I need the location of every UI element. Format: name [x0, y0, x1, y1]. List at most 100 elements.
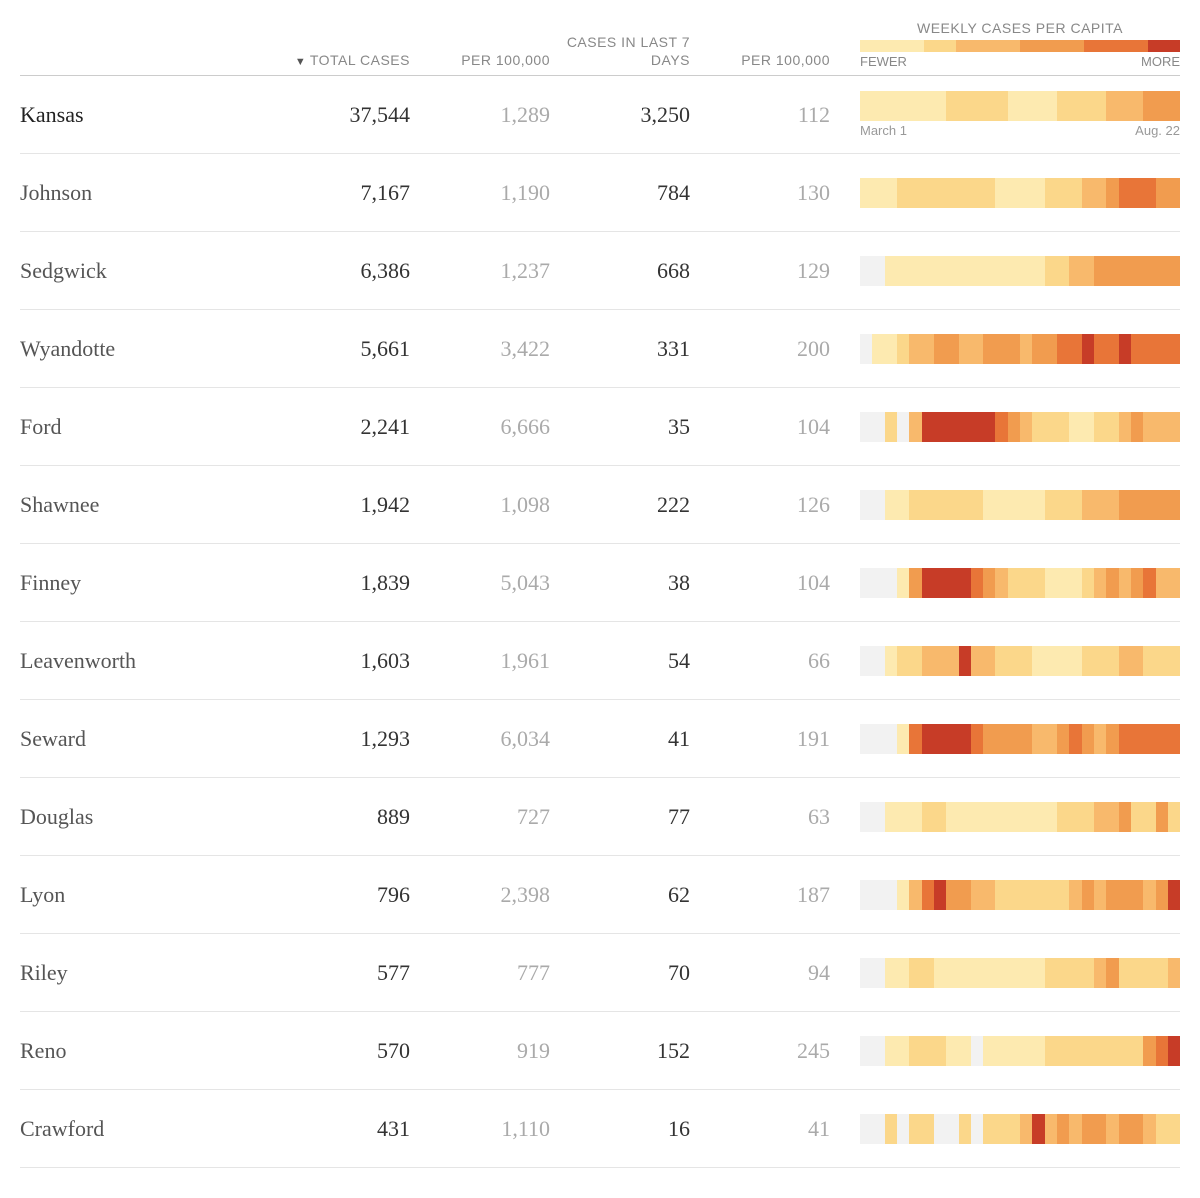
table-row: Finney1,8395,04338104 [20, 544, 1180, 622]
table-row: Crawford4311,1101641 [20, 1090, 1180, 1168]
cell-last7: 16 [560, 1116, 700, 1142]
cell-per100k-7: 94 [700, 960, 840, 986]
col-per-100k[interactable]: PER 100,000 [420, 51, 560, 69]
table-header: TOTAL CASES PER 100,000 CASES IN LAST 7 … [20, 20, 1180, 76]
cell-last7: 152 [560, 1038, 700, 1064]
row-name: Lyon [20, 882, 280, 908]
table-row: Reno570919152245 [20, 1012, 1180, 1090]
table-row: Kansas37,5441,2893,250112 March 1 Aug. 22 [20, 76, 1180, 154]
cell-total: 5,661 [280, 336, 420, 362]
row-name: Reno [20, 1038, 280, 1064]
cell-per100k: 919 [420, 1038, 560, 1064]
cell-per100k-7: 112 [700, 102, 840, 128]
cell-per100k: 727 [420, 804, 560, 830]
cell-last7: 54 [560, 648, 700, 674]
legend-fewer: FEWER [860, 54, 907, 69]
table-row: Douglas8897277763 [20, 778, 1180, 856]
col-per-100k-7[interactable]: PER 100,000 [700, 51, 840, 69]
row-name: Seward [20, 726, 280, 752]
row-heatmap [840, 802, 1180, 832]
row-name: Ford [20, 414, 280, 440]
chart-date-end: Aug. 22 [1135, 123, 1180, 138]
table-row: Leavenworth1,6031,9615466 [20, 622, 1180, 700]
cell-per100k: 5,043 [420, 570, 560, 596]
cell-per100k-7: 63 [700, 804, 840, 830]
table-row: Riley5777777094 [20, 934, 1180, 1012]
col-cases-7days[interactable]: CASES IN LAST 7 DAYS [560, 33, 700, 69]
cell-total: 1,942 [280, 492, 420, 518]
cell-total: 889 [280, 804, 420, 830]
row-name: Finney [20, 570, 280, 596]
cell-per100k: 2,398 [420, 882, 560, 908]
cell-last7: 41 [560, 726, 700, 752]
row-name: Sedgwick [20, 258, 280, 284]
cell-total: 7,167 [280, 180, 420, 206]
row-heatmap [840, 568, 1180, 598]
chart-legend-gradient [860, 40, 1180, 52]
cell-last7: 222 [560, 492, 700, 518]
table-row: Wyandotte5,6613,422331200 [20, 310, 1180, 388]
cell-last7: 62 [560, 882, 700, 908]
cell-per100k: 3,422 [420, 336, 560, 362]
row-name: Shawnee [20, 492, 280, 518]
row-heatmap [840, 880, 1180, 910]
row-heatmap [840, 958, 1180, 988]
cell-per100k: 6,666 [420, 414, 560, 440]
cell-per100k: 1,190 [420, 180, 560, 206]
cell-per100k-7: 200 [700, 336, 840, 362]
row-name: Crawford [20, 1116, 280, 1142]
cell-total: 37,544 [280, 102, 420, 128]
cell-per100k: 1,110 [420, 1116, 560, 1142]
chart-legend-title: WEEKLY CASES PER CAPITA [860, 20, 1180, 36]
cell-total: 1,293 [280, 726, 420, 752]
cell-per100k-7: 66 [700, 648, 840, 674]
cell-last7: 784 [560, 180, 700, 206]
cell-per100k-7: 104 [700, 414, 840, 440]
cell-per100k: 1,237 [420, 258, 560, 284]
cell-per100k: 1,289 [420, 102, 560, 128]
cell-total: 796 [280, 882, 420, 908]
cell-last7: 70 [560, 960, 700, 986]
table-row: Lyon7962,39862187 [20, 856, 1180, 934]
row-heatmap [840, 1114, 1180, 1144]
table-row: Ford2,2416,66635104 [20, 388, 1180, 466]
row-heatmap [840, 646, 1180, 676]
row-name: Johnson [20, 180, 280, 206]
cell-per100k-7: 187 [700, 882, 840, 908]
row-heatmap: March 1 Aug. 22 [840, 91, 1180, 138]
row-heatmap [840, 724, 1180, 754]
cell-total: 431 [280, 1116, 420, 1142]
table-row: Sedgwick6,3861,237668129 [20, 232, 1180, 310]
cell-per100k-7: 130 [700, 180, 840, 206]
cell-per100k: 777 [420, 960, 560, 986]
cell-per100k: 1,098 [420, 492, 560, 518]
cases-table: TOTAL CASES PER 100,000 CASES IN LAST 7 … [20, 20, 1180, 1168]
col-total-cases[interactable]: TOTAL CASES [280, 51, 420, 69]
table-row: Shawnee1,9421,098222126 [20, 466, 1180, 544]
cell-per100k-7: 191 [700, 726, 840, 752]
cell-total: 2,241 [280, 414, 420, 440]
row-name: Douglas [20, 804, 280, 830]
chart-date-start: March 1 [860, 123, 907, 138]
cell-total: 577 [280, 960, 420, 986]
row-heatmap [840, 178, 1180, 208]
cell-last7: 331 [560, 336, 700, 362]
row-heatmap [840, 412, 1180, 442]
row-heatmap [840, 256, 1180, 286]
cell-last7: 77 [560, 804, 700, 830]
cell-per100k-7: 126 [700, 492, 840, 518]
cell-per100k: 1,961 [420, 648, 560, 674]
cell-total: 6,386 [280, 258, 420, 284]
row-name: Wyandotte [20, 336, 280, 362]
table-row: Johnson7,1671,190784130 [20, 154, 1180, 232]
cell-total: 1,603 [280, 648, 420, 674]
cell-last7: 3,250 [560, 102, 700, 128]
row-name: Leavenworth [20, 648, 280, 674]
col-chart-header: WEEKLY CASES PER CAPITA FEWER MORE [840, 20, 1180, 69]
cell-per100k-7: 104 [700, 570, 840, 596]
legend-more: MORE [1141, 54, 1180, 69]
row-name: Kansas [20, 102, 280, 128]
cell-total: 1,839 [280, 570, 420, 596]
cell-total: 570 [280, 1038, 420, 1064]
cell-per100k: 6,034 [420, 726, 560, 752]
